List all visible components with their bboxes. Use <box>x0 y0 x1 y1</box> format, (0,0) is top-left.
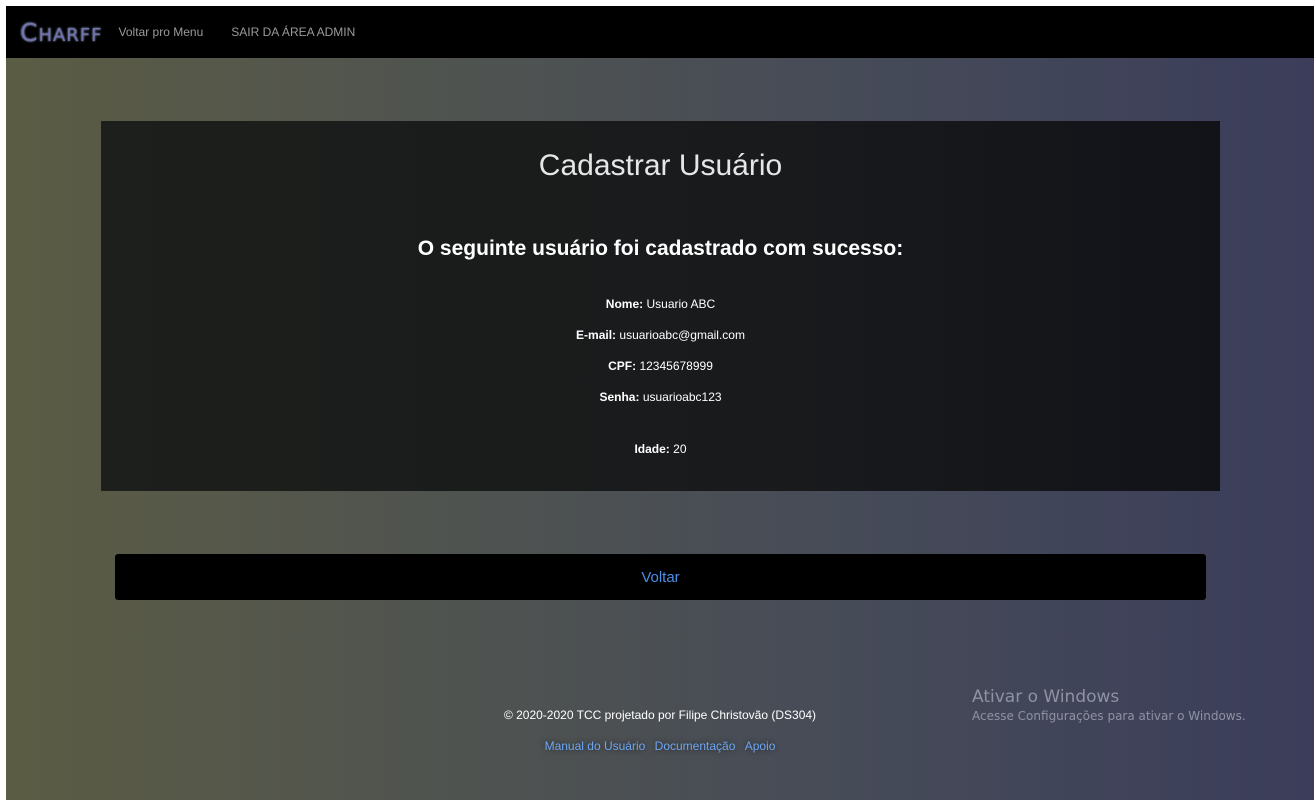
field-age-label: Idade: <box>634 442 670 456</box>
footer-link-support[interactable]: Apoio <box>745 739 776 753</box>
field-email-value: usuarioabc@gmail.com <box>619 328 745 342</box>
windows-activation-title: Ativar o Windows <box>972 687 1120 707</box>
field-name: Nome: Usuario ABC <box>101 297 1220 311</box>
field-email-label: E-mail: <box>576 328 617 342</box>
field-name-label: Nome: <box>605 297 644 311</box>
nav-link-exit-admin[interactable]: SAIR DA ÁREA ADMIN <box>231 25 355 39</box>
page: Charff Voltar pro Menu SAIR DA ÁREA ADMI… <box>6 6 1314 800</box>
field-password: Senha: usuarioabc123 <box>101 390 1220 404</box>
field-email: E-mail: usuarioabc@gmail.com <box>101 328 1220 342</box>
footer-link-user-manual[interactable]: Manual do Usuário <box>545 739 646 753</box>
windows-activation-watermark: Ativar o Windows Acesse Configurações pa… <box>972 686 1246 724</box>
back-button[interactable]: Voltar <box>115 554 1206 600</box>
field-age: Idade: 20 <box>101 442 1220 456</box>
field-cpf-label: CPF: <box>608 359 637 373</box>
success-message: O seguinte usuário foi cadastrado com su… <box>417 237 904 260</box>
footer-links: Manual do Usuário Documentação Apoio <box>6 739 1314 753</box>
brand-logo[interactable]: Charff <box>20 20 103 45</box>
field-cpf: CPF: 12345678999 <box>101 359 1220 373</box>
field-name-value: Usuario ABC <box>646 297 716 311</box>
navbar: Charff Voltar pro Menu SAIR DA ÁREA ADMI… <box>6 6 1314 58</box>
windows-activation-subtitle: Acesse Configurações para ativar o Windo… <box>972 709 1246 723</box>
footer-link-documentation[interactable]: Documentação <box>655 739 736 753</box>
field-cpf-value: 12345678999 <box>639 359 713 373</box>
field-password-label: Senha: <box>599 390 640 404</box>
page-title: Cadastrar Usuário <box>538 149 783 182</box>
field-password-value: usuarioabc123 <box>642 390 722 404</box>
nav-link-back-to-menu[interactable]: Voltar pro Menu <box>119 25 204 39</box>
result-card: Cadastrar Usuário O seguinte usuário foi… <box>101 121 1220 491</box>
field-age-value: 20 <box>673 442 687 456</box>
